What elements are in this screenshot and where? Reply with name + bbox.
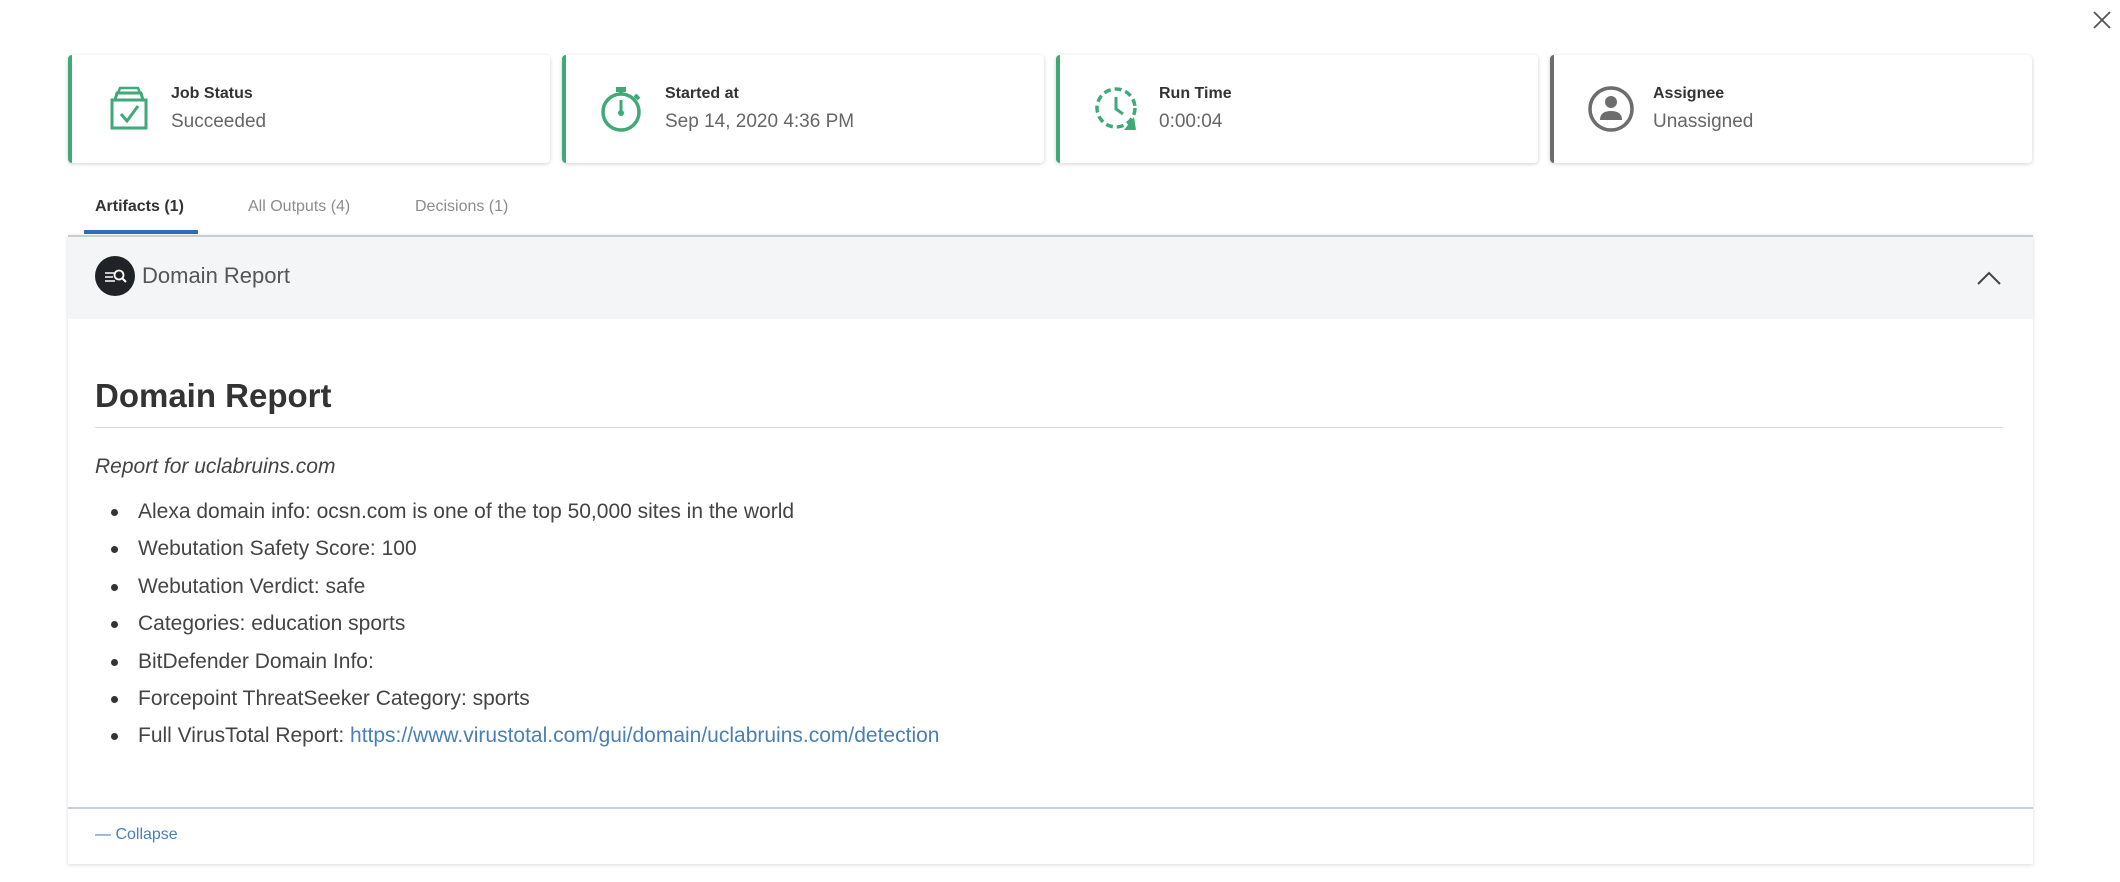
run-time-card: Run Time 0:00:04 (1056, 55, 1538, 163)
list-item-text: Alexa domain info: ocsn.com is one of th… (138, 500, 795, 523)
job-status-card: Job Status Succeeded (68, 55, 550, 163)
tab-bar: Artifacts (1) All Outputs (4) Decisions … (68, 190, 2033, 235)
summary-cards: Job Status Succeeded Started at Sep 14, … (68, 55, 2033, 163)
artifact-panel: Domain Report Domain Report Report for u… (68, 235, 2033, 864)
list-item-text: Forcepoint ThreatSeeker Category: sports (138, 686, 530, 710)
list-item-text: Full VirusTotal Report: (138, 724, 351, 748)
list-item: Categories: education sports (95, 611, 939, 648)
job-status-value: Succeeded (171, 111, 267, 132)
user-icon (1588, 86, 1634, 132)
started-at-label: Started at (665, 85, 739, 102)
artifact-title: Domain Report (142, 263, 290, 288)
list-item: Alexa domain info: ocsn.com is one of th… (95, 499, 939, 536)
tab-decisions[interactable]: Decisions (1) (415, 198, 508, 235)
list-item-text: Categories: education sports (138, 612, 406, 636)
started-at-card: Started at Sep 14, 2020 4:36 PM (562, 55, 1044, 163)
active-tab-indicator (84, 230, 198, 234)
report-icon (95, 256, 135, 296)
list-item: Full VirusTotal Report: https://www.viru… (95, 723, 939, 760)
assignee-value: Unassigned (1653, 111, 1754, 132)
footer-divider (68, 807, 2033, 809)
tab-all-outputs[interactable]: All Outputs (4) (248, 198, 350, 235)
list-item: BitDefender Domain Info: (95, 649, 939, 686)
list-item-text: Webutation Safety Score: 100 (138, 537, 417, 561)
started-at-value: Sep 14, 2020 4:36 PM (665, 111, 855, 132)
job-status-icon (110, 86, 148, 130)
close-button[interactable] (2090, 8, 2114, 32)
run-time-label: Run Time (1159, 85, 1232, 102)
virustotal-link[interactable]: https://www.virustotal.com/gui/domain/uc… (350, 724, 939, 747)
list-item: Webutation Verdict: safe (95, 574, 939, 611)
close-icon (2093, 11, 2111, 29)
report-heading: Domain Report (95, 377, 332, 414)
chevron-up-icon[interactable] (1976, 265, 2002, 291)
assignee-card: Assignee Unassigned (1550, 55, 2032, 163)
job-status-label: Job Status (171, 85, 253, 102)
run-time-value: 0:00:04 (1159, 111, 1223, 132)
stopwatch-icon (601, 87, 641, 132)
list-item: Forcepoint ThreatSeeker Category: sports (95, 686, 939, 723)
assignee-label: Assignee (1653, 85, 1725, 102)
list-item-text: BitDefender Domain Info: (138, 649, 374, 673)
list-item: Webutation Safety Score: 100 (95, 536, 939, 573)
artifact-panel-header[interactable]: Domain Report (68, 237, 2033, 319)
run-time-icon (1095, 87, 1137, 130)
report-subtitle: Report for uclabruins.com (95, 455, 336, 478)
list-item-text: Webutation Verdict: safe (138, 574, 366, 598)
collapse-link[interactable]: — Collapse (95, 826, 178, 844)
report-list: Alexa domain info: ocsn.com is one of th… (95, 499, 939, 761)
heading-divider (95, 427, 2003, 428)
